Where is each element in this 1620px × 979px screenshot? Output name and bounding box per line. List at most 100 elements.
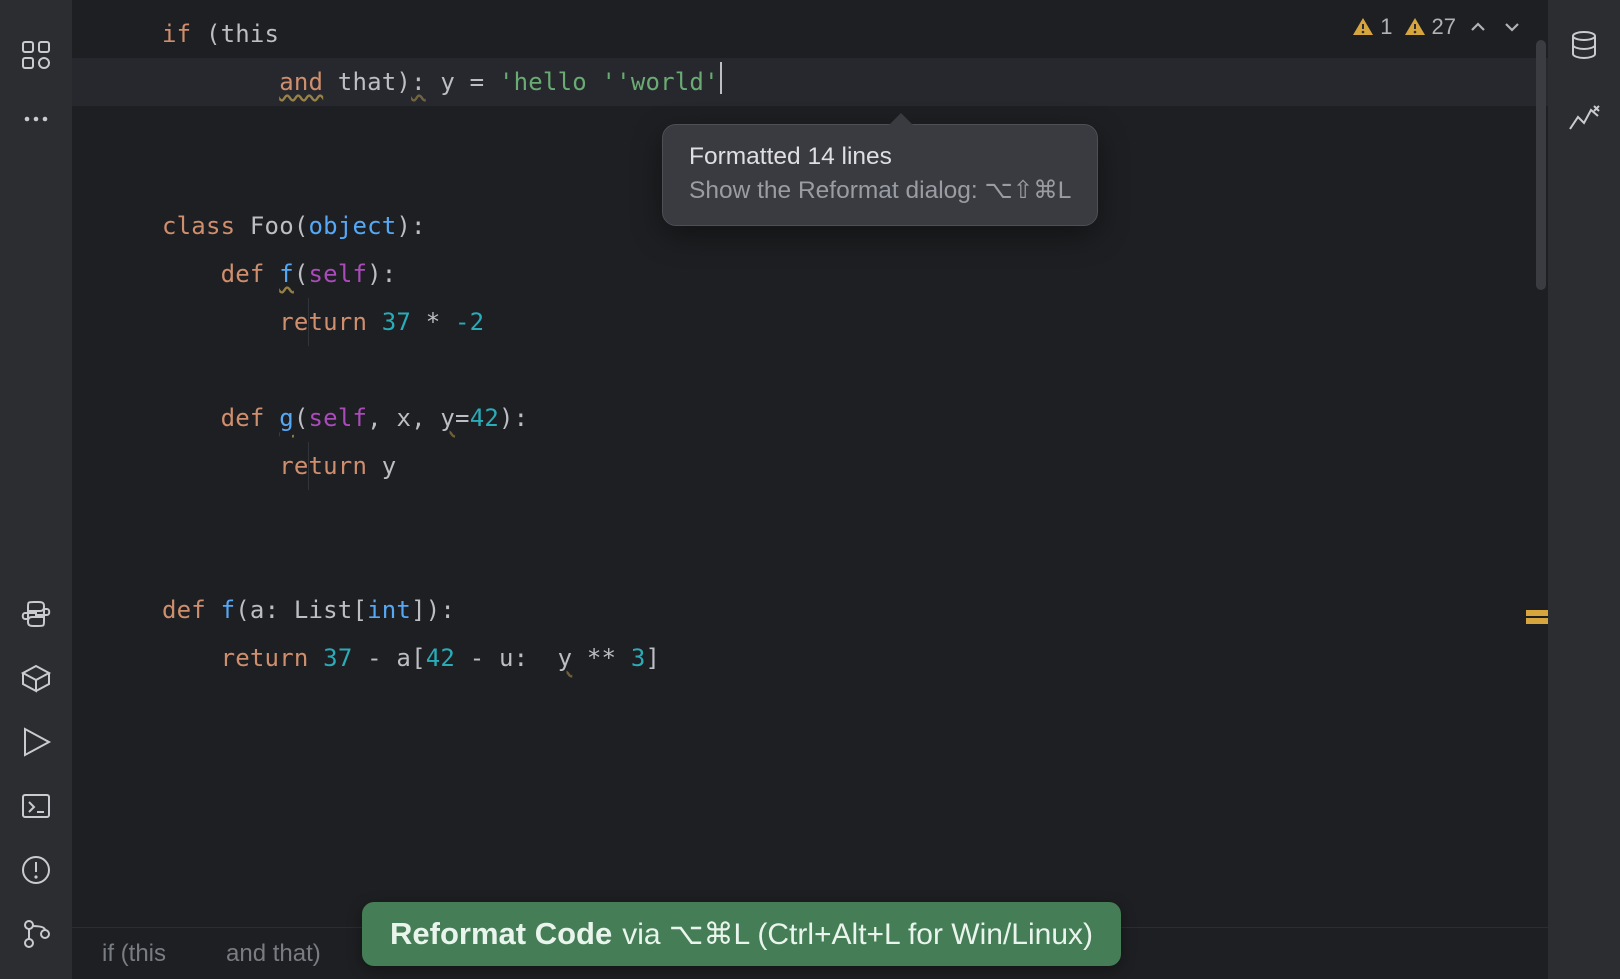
stripe-mark[interactable] [1526, 618, 1548, 624]
code-token: def [162, 596, 206, 624]
code-token: ): [499, 404, 528, 432]
code-line[interactable] [162, 538, 1548, 586]
inspection-warning-aggregate-2[interactable]: 27 [1403, 14, 1456, 40]
sciview-icon[interactable] [1567, 102, 1601, 136]
code-token [265, 260, 280, 288]
sidebar-bottom-group [0, 597, 72, 951]
inspection-count-2: 27 [1432, 14, 1456, 40]
code-token: 3 [631, 644, 646, 672]
code-editor[interactable]: if (this and that): y = 'hello ''world' … [72, 0, 1548, 682]
code-token: g [279, 404, 294, 432]
structure-icon[interactable] [19, 38, 53, 72]
code-token: , x, [367, 404, 440, 432]
code-token: return [279, 308, 367, 336]
code-token: and [279, 68, 323, 96]
python-packages-icon[interactable] [19, 661, 53, 695]
code-token: 42 [470, 404, 499, 432]
scrollbar-thumb[interactable] [1536, 40, 1546, 290]
code-token: 'world' [616, 68, 719, 96]
code-token: return [279, 452, 367, 480]
code-token [206, 596, 221, 624]
code-line[interactable] [162, 346, 1548, 394]
editor-main: 1 27 if (this and that): y = 'hello ''wo… [72, 0, 1548, 979]
code-token [309, 644, 324, 672]
sidebar-top-group [0, 38, 72, 136]
tooltip-subtitle: Show the Reformat dialog: ⌥⇧⌘L [689, 175, 1071, 205]
inspection-count-1: 1 [1380, 14, 1392, 40]
inspection-bar: 1 27 [1351, 14, 1524, 40]
code-token: 'hello ' [499, 68, 616, 96]
error-stripe[interactable] [1530, 0, 1548, 927]
code-line[interactable]: return 37 - a[42 - u: y ** 3] [162, 634, 1548, 682]
problems-icon[interactable] [19, 853, 53, 887]
code-token: ): [396, 212, 425, 240]
code-token: 42 [426, 644, 455, 672]
code-token: ] [646, 644, 661, 672]
code-token: ** [572, 644, 631, 672]
code-token: self [309, 404, 368, 432]
code-token: (a: List[ [235, 596, 367, 624]
code-token: = [455, 404, 470, 432]
code-line[interactable]: if (this [162, 10, 1548, 58]
code-token: 37 [382, 308, 411, 336]
code-token: ]): [411, 596, 455, 624]
code-token: 37 [323, 644, 352, 672]
code-token: class [162, 212, 235, 240]
code-token: - u: [455, 644, 558, 672]
code-token: y [558, 644, 573, 672]
prev-highlight-icon[interactable] [1466, 15, 1490, 39]
code-token: that) [323, 68, 411, 96]
code-token: self [309, 260, 368, 288]
stripe-mark[interactable] [1526, 610, 1548, 616]
terminal-icon[interactable] [19, 789, 53, 823]
vcs-icon[interactable] [19, 917, 53, 951]
hint-action-name: Reformat Code [390, 916, 612, 952]
next-highlight-icon[interactable] [1500, 15, 1524, 39]
code-token: y [367, 452, 396, 480]
warning-triangle-icon [1403, 15, 1427, 39]
code-token: -2 [455, 308, 484, 336]
code-line[interactable]: def f(self): [162, 250, 1548, 298]
code-line[interactable]: def f(a: List[int]): [162, 586, 1548, 634]
inspection-warning-aggregate-1[interactable]: 1 [1351, 14, 1392, 40]
breadcrumb-item[interactable]: if (this [102, 940, 166, 968]
breadcrumb-item[interactable]: and that) [226, 940, 321, 968]
code-line[interactable] [162, 490, 1548, 538]
code-token: def [221, 404, 265, 432]
left-tool-sidebar [0, 0, 72, 979]
code-token: object [309, 212, 397, 240]
key-promoter-banner: Reformat Code via ⌥⌘L (Ctrl+Alt+L for Wi… [362, 902, 1121, 966]
code-token: - a[ [352, 644, 425, 672]
code-token: ): [367, 260, 396, 288]
code-token: : [411, 68, 426, 96]
code-token: f [279, 260, 294, 288]
code-token: def [221, 260, 265, 288]
editor-viewport[interactable]: if (this and that): y = 'hello ''world' … [72, 0, 1548, 927]
reformat-notification-tooltip: Formatted 14 lines Show the Reformat dia… [662, 124, 1098, 226]
code-token: f [221, 596, 236, 624]
code-token: return [221, 644, 309, 672]
code-token: if [162, 20, 191, 48]
code-token: int [367, 596, 411, 624]
code-line[interactable]: def g(self, x, y=42): [162, 394, 1548, 442]
hint-shortcut-text: via ⌥⌘L (Ctrl+Alt+L for Win/Linux) [622, 917, 1093, 952]
code-token: * [411, 308, 455, 336]
code-token: (this [191, 20, 279, 48]
more-icon[interactable] [19, 102, 53, 136]
tooltip-title: Formatted 14 lines [689, 143, 1071, 171]
warning-triangle-icon [1351, 15, 1375, 39]
code-token: y = [426, 68, 499, 96]
code-token: y [440, 404, 455, 432]
code-line[interactable]: return y [162, 442, 1548, 490]
code-token: ( [294, 260, 309, 288]
code-line[interactable]: return 37 * -2 [162, 298, 1548, 346]
text-cursor [720, 62, 722, 94]
code-token [367, 308, 382, 336]
services-icon[interactable] [19, 725, 53, 759]
database-icon[interactable] [1567, 28, 1601, 62]
code-token: Foo( [235, 212, 308, 240]
code-token: ( [294, 404, 309, 432]
python-console-icon[interactable] [19, 597, 53, 631]
right-tool-sidebar [1548, 0, 1620, 979]
code-line-current[interactable]: and that): y = 'hello ''world' [72, 58, 1548, 106]
